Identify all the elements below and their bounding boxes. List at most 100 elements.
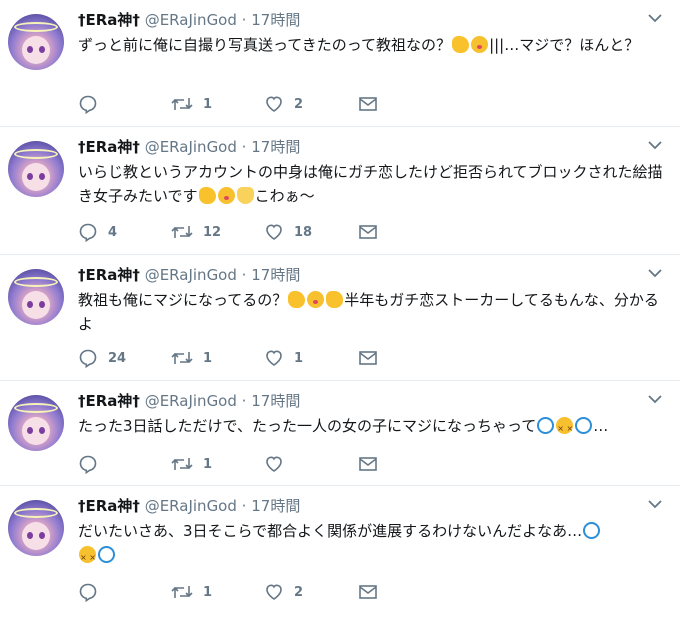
- heart-icon: [266, 350, 282, 366]
- chevron-down-icon[interactable]: [648, 267, 662, 279]
- heart-icon: [266, 224, 282, 240]
- tweet[interactable]: †ERa神† @ERaJinGod · 17時間 たった3日話しただけで、たった…: [0, 381, 680, 486]
- display-name[interactable]: †ERa神†: [78, 266, 140, 284]
- like-button[interactable]: [264, 453, 294, 475]
- reply-icon: [79, 349, 97, 368]
- direct-message-button[interactable]: [358, 453, 378, 475]
- dizzy-icon: [575, 417, 593, 434]
- avatar[interactable]: [8, 269, 64, 325]
- tweet[interactable]: †ERa神† @ERaJinGod · 17時間 だいたいさあ、3日そこらで都合…: [0, 486, 680, 617]
- timestamp[interactable]: 17時間: [251, 392, 300, 410]
- user-handle[interactable]: @ERaJinGod: [145, 497, 237, 515]
- reply-count: 4: [108, 224, 118, 240]
- like-button[interactable]: 2: [264, 93, 303, 115]
- envelope-icon: [359, 457, 377, 471]
- like-button[interactable]: 2: [264, 581, 303, 603]
- display-name[interactable]: †ERa神†: [78, 392, 140, 410]
- reply-button[interactable]: 4: [78, 221, 117, 243]
- direct-message-button[interactable]: [358, 581, 378, 603]
- flexed-biceps-icon: [198, 187, 216, 204]
- dizzy-icon: [98, 546, 115, 563]
- tweet-feed: †ERa神† @ERaJinGod · 17時間 ずっと前に俺に自撮り写真送って…: [0, 0, 680, 617]
- confounded-face-icon: [79, 546, 96, 570]
- retweet-icon: [171, 586, 193, 598]
- like-button[interactable]: 1: [264, 347, 303, 369]
- envelope-icon: [359, 351, 377, 365]
- reply-icon: [79, 223, 97, 242]
- retweet-count: 12: [203, 224, 222, 240]
- envelope-icon: [359, 97, 377, 111]
- heart-icon: [266, 96, 282, 112]
- tweet[interactable]: †ERa神† @ERaJinGod · 17時間 教祖も俺にマジになってるの？半…: [0, 255, 680, 381]
- user-handle[interactable]: @ERaJinGod: [145, 11, 237, 29]
- envelope-icon: [359, 585, 377, 599]
- direct-message-button[interactable]: [358, 221, 378, 243]
- tweet-header: †ERa神† @ERaJinGod · 17時間: [78, 265, 300, 285]
- direct-message-button[interactable]: [358, 93, 378, 115]
- chevron-down-icon[interactable]: [648, 498, 662, 510]
- direct-message-button[interactable]: [358, 347, 378, 369]
- avatar[interactable]: [8, 141, 64, 197]
- kissing-face-icon: [471, 36, 489, 53]
- display-name[interactable]: †ERa神†: [78, 11, 140, 29]
- timestamp[interactable]: 17時間: [251, 11, 300, 29]
- display-name[interactable]: †ERa神†: [78, 497, 140, 515]
- retweet-count: 1: [203, 96, 213, 112]
- like-count: 1: [294, 350, 304, 366]
- timestamp[interactable]: 17時間: [251, 497, 300, 515]
- tweet-header: †ERa神† @ERaJinGod · 17時間: [78, 10, 300, 30]
- kissing-face-icon: [217, 187, 235, 204]
- retweet-button[interactable]: 1: [171, 453, 212, 475]
- avatar[interactable]: [8, 14, 64, 70]
- retweet-count: 1: [203, 350, 213, 366]
- dizzy-icon: [583, 522, 601, 539]
- retweet-button[interactable]: 12: [171, 221, 221, 243]
- separator-dot: ·: [241, 392, 247, 410]
- reply-button[interactable]: [78, 453, 108, 475]
- tweet-text: ずっと前に俺に自撮り写真送ってきたのって教祖なの？ |||…マジで？ほんと？: [78, 36, 640, 54]
- reply-button[interactable]: [78, 581, 108, 603]
- user-handle[interactable]: @ERaJinGod: [145, 138, 237, 156]
- dizzy-icon: [537, 417, 555, 434]
- heart-icon: [266, 584, 282, 600]
- envelope-icon: [359, 225, 377, 239]
- chevron-down-icon[interactable]: [648, 139, 662, 151]
- victory-hand-icon: [236, 187, 254, 204]
- retweet-icon: [171, 226, 193, 238]
- like-count: 2: [294, 584, 304, 600]
- retweet-button[interactable]: 1: [171, 93, 212, 115]
- chevron-down-icon[interactable]: [648, 393, 662, 405]
- tweet-text: だいたいさあ、3日そこらで都合よく関係が進展するわけないんだよなあ…: [78, 519, 668, 570]
- tweet-actions: 24 1 1: [78, 347, 678, 369]
- tweet-text: 教祖も俺にマジになってるの？ 半年もガチ恋ストーカーしてるもんな、分かるよ: [78, 291, 659, 333]
- kissing-face-icon: [307, 291, 325, 308]
- tweet-actions: 1 2: [78, 581, 678, 603]
- user-handle[interactable]: @ERaJinGod: [145, 266, 237, 284]
- retweet-button[interactable]: 1: [171, 581, 212, 603]
- like-count: 2: [294, 96, 304, 112]
- reply-button[interactable]: [78, 93, 108, 115]
- tweet[interactable]: †ERa神† @ERaJinGod · 17時間 ずっと前に俺に自撮り写真送って…: [0, 0, 680, 127]
- tweet[interactable]: †ERa神† @ERaJinGod · 17時間 いらじ教というアカウントの中身…: [0, 127, 680, 255]
- separator-dot: ·: [241, 138, 247, 156]
- tweet-text: たった3日話しただけで、たった一人の女の子にマジになっちゃって…: [78, 414, 668, 441]
- timestamp[interactable]: 17時間: [251, 266, 300, 284]
- tweet-header: †ERa神† @ERaJinGod · 17時間: [78, 496, 300, 516]
- reply-button[interactable]: 24: [78, 347, 126, 369]
- reply-icon: [79, 583, 97, 602]
- confounded-face-icon: [556, 417, 574, 441]
- retweet-count: 1: [203, 584, 213, 600]
- display-name[interactable]: †ERa神†: [78, 138, 140, 156]
- chevron-down-icon[interactable]: [648, 12, 662, 24]
- avatar[interactable]: [8, 395, 64, 451]
- retweet-icon: [171, 352, 193, 364]
- like-button[interactable]: 18: [264, 221, 312, 243]
- separator-dot: ·: [241, 497, 247, 515]
- retweet-button[interactable]: 1: [171, 347, 212, 369]
- retweet-icon: [171, 98, 193, 110]
- user-handle[interactable]: @ERaJinGod: [145, 392, 237, 410]
- avatar[interactable]: [8, 500, 64, 556]
- retweet-count: 1: [203, 456, 213, 472]
- timestamp[interactable]: 17時間: [251, 138, 300, 156]
- reply-icon: [79, 455, 97, 474]
